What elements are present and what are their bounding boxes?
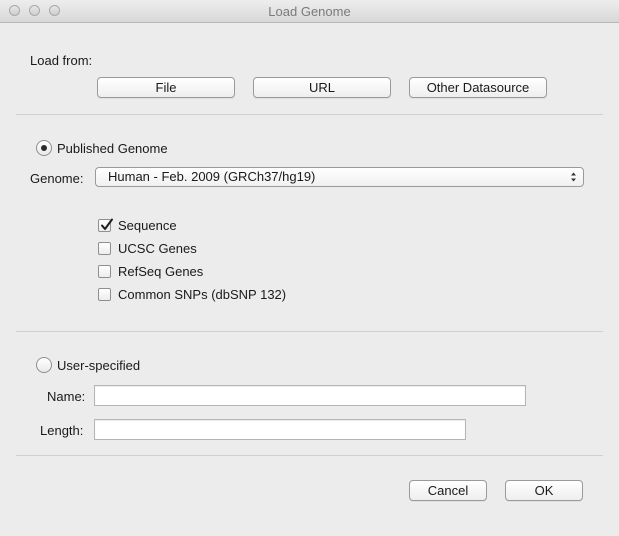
genome-select-value: Human - Feb. 2009 (GRCh37/hg19) — [108, 169, 316, 184]
refseq-genes-label: RefSeq Genes — [118, 264, 204, 279]
checkmark-icon — [101, 218, 113, 230]
published-genome-label: Published Genome — [57, 141, 168, 156]
length-label: Length: — [40, 423, 84, 438]
name-label: Name: — [47, 389, 86, 404]
title-bar: Load Genome — [0, 0, 619, 23]
section-divider — [16, 331, 603, 332]
name-input[interactable] — [94, 385, 526, 406]
other-datasource-button[interactable]: Other Datasource — [409, 77, 547, 98]
section-divider — [16, 455, 603, 456]
common-snps-checkbox[interactable] — [98, 288, 111, 301]
url-button[interactable]: URL — [253, 77, 391, 98]
select-arrows-icon — [571, 172, 576, 182]
section-divider — [16, 114, 603, 115]
cancel-button[interactable]: Cancel — [409, 480, 487, 501]
ucsc-genes-label: UCSC Genes — [118, 241, 197, 256]
ok-button[interactable]: OK — [505, 480, 583, 501]
load-genome-dialog: Load Genome Load from: File URL Other Da… — [0, 0, 619, 536]
radio-selected-dot — [41, 145, 47, 151]
ucsc-genes-checkbox[interactable] — [98, 242, 111, 255]
window-title: Load Genome — [268, 4, 351, 19]
published-genome-radio[interactable] — [36, 140, 52, 156]
genome-label: Genome: — [30, 171, 84, 186]
refseq-genes-checkbox[interactable] — [98, 265, 111, 278]
load-from-label: Load from: — [30, 53, 93, 68]
common-snps-label: Common SNPs (dbSNP 132) — [118, 287, 287, 302]
sequence-label: Sequence — [118, 218, 177, 233]
genome-select[interactable]: Human - Feb. 2009 (GRCh37/hg19) — [95, 167, 584, 187]
user-specified-radio[interactable] — [36, 357, 52, 373]
sequence-checkbox[interactable] — [98, 218, 113, 232]
file-button[interactable]: File — [97, 77, 235, 98]
length-input[interactable] — [94, 419, 466, 440]
user-specified-label: User-specified — [57, 358, 141, 373]
